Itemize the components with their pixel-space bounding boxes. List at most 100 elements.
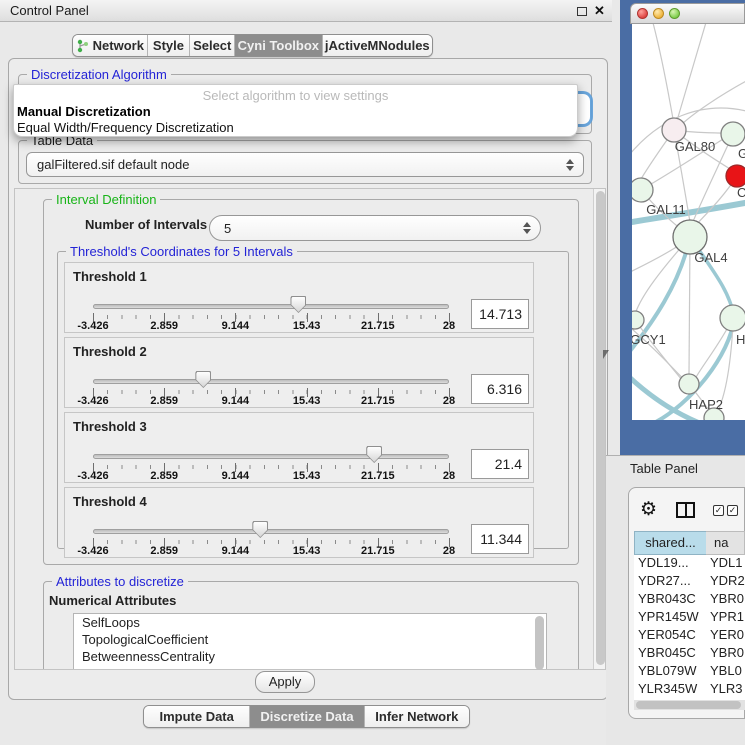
- table-data-select[interactable]: galFiltered.sif default node: [26, 152, 584, 177]
- table-row[interactable]: YER054C YER0: [634, 626, 745, 644]
- threshold-value-field[interactable]: 6.316: [471, 374, 529, 404]
- column-header-shared[interactable]: shared...: [634, 531, 707, 555]
- tick-label: -3.426: [77, 545, 108, 557]
- table-row[interactable]: YDL19... YDL1: [634, 555, 745, 572]
- table-cell: YER0: [710, 626, 745, 644]
- tab-impute-data[interactable]: Impute Data: [144, 706, 250, 727]
- node-label: H: [736, 332, 745, 347]
- column-header-name[interactable]: na: [706, 531, 745, 555]
- tick-label: 28: [443, 470, 455, 482]
- attribute-list[interactable]: SelfLoops TopologicalCoefficient Between…: [73, 613, 547, 670]
- close-traffic-icon[interactable]: [637, 8, 648, 19]
- node-gal4: [673, 220, 707, 254]
- slider-ticks: [93, 315, 450, 319]
- apply-button[interactable]: Apply: [255, 671, 315, 693]
- node-hap2: [679, 374, 699, 394]
- threshold-label: Threshold 3: [73, 419, 147, 434]
- threshold-label: Threshold 2: [73, 344, 147, 359]
- slider-thumb[interactable]: [252, 521, 268, 538]
- list-scrollbar[interactable]: [535, 616, 544, 670]
- settings-scrollpane: Interval Definition Number of Intervals …: [14, 188, 606, 670]
- slider-ticks: [93, 390, 450, 394]
- node-right-h: [720, 305, 745, 331]
- slider-track[interactable]: [93, 379, 449, 384]
- slider-thumb[interactable]: [366, 446, 382, 463]
- list-item[interactable]: BetweennessCentrality: [74, 648, 546, 665]
- threshold-label: Threshold 1: [73, 269, 147, 284]
- zoom-traffic-icon[interactable]: [669, 8, 680, 19]
- slider-track[interactable]: [93, 304, 449, 309]
- num-intervals-select[interactable]: 5: [209, 215, 541, 241]
- thresholds-group: Threshold's Coordinates for 5 Intervals …: [57, 251, 569, 549]
- float-window-icon[interactable]: [577, 7, 587, 16]
- table-row[interactable]: YPR145W YPR1: [634, 608, 745, 626]
- settings-scrollbar-track[interactable]: [593, 189, 606, 669]
- tab-network[interactable]: Network: [73, 35, 148, 56]
- close-icon[interactable]: ✕: [594, 2, 605, 20]
- tab-select[interactable]: Select: [190, 35, 235, 56]
- tick-label: 21.715: [361, 395, 395, 407]
- list-item[interactable]: SelfLoops: [74, 614, 546, 631]
- threshold-panel: Threshold 1 -3.4262.8599.14415.4321.7152…: [64, 262, 534, 333]
- table-row[interactable]: YBR045C YBR0: [634, 644, 745, 662]
- slider-thumb[interactable]: [290, 296, 306, 313]
- algorithm-dropdown-popup: Select algorithm to view settings Manual…: [13, 84, 578, 137]
- tab-infer-network[interactable]: Infer Network: [365, 706, 469, 727]
- tick-label: 15.43: [293, 545, 321, 557]
- list-item[interactable]: TopologicalCoefficient: [74, 631, 546, 648]
- checkbox-icon[interactable]: ✓: [713, 505, 724, 516]
- threshold-value-field[interactable]: 14.713: [471, 299, 529, 329]
- tab-label: jActiveMNodules: [325, 38, 430, 53]
- table-row[interactable]: YDR27... YDR2: [634, 572, 745, 590]
- threshold-panel: Threshold 2 -3.4262.8599.14415.4321.7152…: [64, 337, 534, 408]
- node-label: HAP2: [689, 397, 723, 412]
- table-row[interactable]: YBR043C YBR0: [634, 590, 745, 608]
- top-tab-bar: Network Style Select Cyni Toolbox jActiv…: [72, 34, 433, 57]
- tick-label: 2.859: [150, 470, 178, 482]
- tab-discretize-data[interactable]: Discretize Data: [250, 706, 364, 727]
- network-window-titlebar[interactable]: [630, 3, 745, 24]
- tick-label: 28: [443, 545, 455, 557]
- dropdown-option-manual[interactable]: Manual Discretization: [17, 104, 151, 119]
- table-row[interactable]: YBL079W YBL0: [634, 662, 745, 680]
- slider-track[interactable]: [93, 529, 449, 534]
- table-row[interactable]: YLR345W YLR3: [634, 680, 745, 698]
- settings-scrollbar-thumb[interactable]: [596, 191, 605, 665]
- threshold-panel: Threshold 3 -3.4262.8599.14415.4321.7152…: [64, 412, 534, 483]
- table-hscrollbar-track[interactable]: [634, 700, 745, 710]
- table-body[interactable]: YDL19... YDL1 YDR27... YDR2 YBR043C YBR0…: [634, 555, 745, 705]
- tab-jactivemnodules[interactable]: jActiveMNodules: [323, 35, 432, 56]
- slider-ticks: [93, 465, 450, 469]
- slider-track[interactable]: [93, 454, 449, 459]
- tick-label: 28: [443, 395, 455, 407]
- stepper-icon: [566, 159, 574, 171]
- bottom-tab-bar: Impute Data Discretize Data Infer Networ…: [143, 705, 470, 728]
- node-gcy1: [632, 311, 644, 329]
- dropdown-prompt: Select algorithm to view settings: [14, 88, 577, 103]
- slider-thumb[interactable]: [195, 371, 211, 388]
- table-cell: YLR3: [710, 680, 745, 698]
- table-cell: YBR045C: [638, 644, 708, 662]
- tab-cyni-toolbox[interactable]: Cyni Toolbox: [235, 35, 323, 56]
- threshold-value-field[interactable]: 21.4: [471, 449, 529, 479]
- tick-label: 28: [443, 320, 455, 332]
- table-cell: YPR145W: [638, 608, 708, 626]
- tick-label: -3.426: [77, 320, 108, 332]
- network-canvas[interactable]: GAL80 GA C GAL11 GAL4 GCY1 H HAP2: [632, 24, 745, 420]
- tick-label: 21.715: [361, 470, 395, 482]
- table-cell: YBL079W: [638, 662, 708, 680]
- tab-label: Discretize Data: [260, 709, 353, 724]
- minimize-traffic-icon[interactable]: [653, 8, 664, 19]
- stepper-icon: [523, 222, 531, 234]
- tab-style[interactable]: Style: [148, 35, 191, 56]
- dropdown-option-equal-width[interactable]: Equal Width/Frequency Discretization: [17, 120, 234, 135]
- node-label: GAL4: [694, 250, 727, 265]
- checkbox-icon[interactable]: ✓: [727, 505, 738, 516]
- tick-label: 2.859: [150, 545, 178, 557]
- gear-icon[interactable]: ⚙: [640, 498, 657, 521]
- table-cell: YLR345W: [638, 680, 708, 698]
- split-columns-icon[interactable]: [676, 502, 695, 518]
- threshold-value-field[interactable]: 11.344: [471, 524, 529, 554]
- node-red-selected: [726, 165, 745, 187]
- table-hscrollbar-thumb[interactable]: [636, 701, 741, 709]
